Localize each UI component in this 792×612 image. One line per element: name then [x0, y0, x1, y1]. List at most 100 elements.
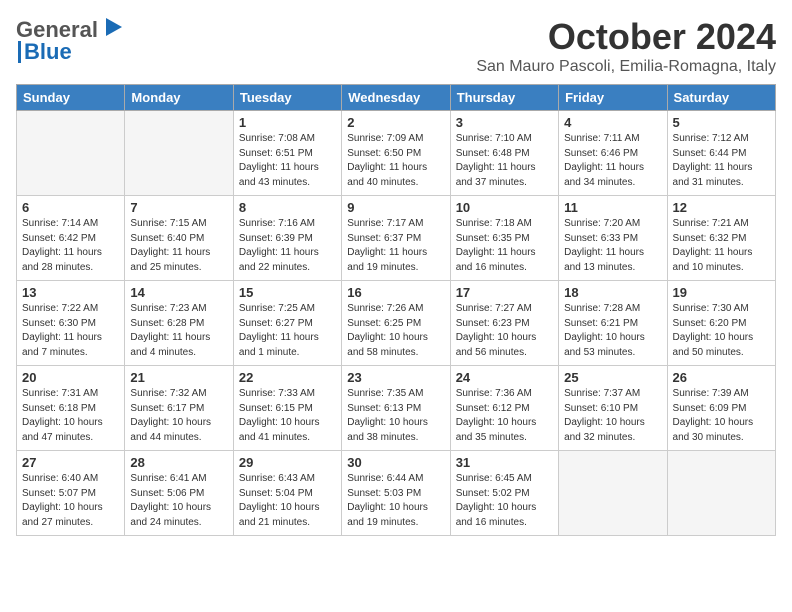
day-info: Sunrise: 7:27 AMSunset: 6:23 PMDaylight:…: [456, 302, 553, 360]
day-number: 26: [673, 370, 770, 385]
day-number: 27: [22, 455, 119, 470]
day-number: 16: [347, 285, 444, 300]
day-info: Sunrise: 7:31 AMSunset: 6:18 PMDaylight:…: [22, 387, 119, 445]
weekday-header-thursday: Thursday: [450, 85, 558, 111]
calendar-cell: 3Sunrise: 7:10 AMSunset: 6:48 PMDaylight…: [450, 111, 558, 196]
day-number: 11: [564, 200, 661, 215]
day-info: Sunrise: 7:37 AMSunset: 6:10 PMDaylight:…: [564, 387, 661, 445]
day-number: 17: [456, 285, 553, 300]
day-info: Sunrise: 7:09 AMSunset: 6:50 PMDaylight:…: [347, 132, 444, 190]
day-number: 15: [239, 285, 336, 300]
calendar-cell: 6Sunrise: 7:14 AMSunset: 6:42 PMDaylight…: [17, 196, 125, 281]
calendar-cell: 4 Sunrise: 7:11 AMSunset: 6:46 PMDaylight…: [559, 111, 667, 196]
day-info: Sunrise: 7:21 AMSunset: 6:32 PMDaylight:…: [673, 217, 770, 275]
calendar-cell: 29 Sunrise: 6:43 AMSunset: 5:04 PMDayligh…: [233, 451, 341, 536]
calendar-cell: 22 Sunrise: 7:33 AMSunset: 6:15 PMDayligh…: [233, 366, 341, 451]
day-info: Sunrise: 7:32 AMSunset: 6:17 PMDaylight:…: [130, 387, 227, 445]
calendar-cell: 13 Sunrise: 7:22 AMSunset: 6:30 PMDayligh…: [17, 281, 125, 366]
day-info: Sunrise: 6:43 AMSunset: 5:04 PMDaylight:…: [239, 472, 336, 530]
calendar-table: SundayMondayTuesdayWednesdayThursdayFrid…: [16, 84, 776, 536]
day-number: 4: [564, 115, 661, 130]
calendar-cell: 17 Sunrise: 7:27 AMSunset: 6:23 PMDayligh…: [450, 281, 558, 366]
calendar-cell: 25 Sunrise: 7:37 AMSunset: 6:10 PMDayligh…: [559, 366, 667, 451]
calendar-week-2: 6Sunrise: 7:14 AMSunset: 6:42 PMDaylight…: [17, 196, 776, 281]
calendar-week-5: 27 Sunrise: 6:40 AMSunset: 5:07 PMDayligh…: [17, 451, 776, 536]
day-info: Sunrise: 7:25 AMSunset: 6:27 PMDaylight:…: [239, 302, 336, 360]
calendar-cell: 28 Sunrise: 6:41 AMSunset: 5:06 PMDayligh…: [125, 451, 233, 536]
calendar-cell: 15 Sunrise: 7:25 AMSunset: 6:27 PMDayligh…: [233, 281, 341, 366]
logo-arrow-icon: [102, 16, 124, 38]
calendar-cell: 9Sunrise: 7:17 AMSunset: 6:37 PMDaylight…: [342, 196, 450, 281]
day-number: 30: [347, 455, 444, 470]
weekday-header-saturday: Saturday: [667, 85, 775, 111]
day-info: Sunrise: 7:08 AMSunset: 6:51 PMDaylight:…: [239, 132, 336, 190]
calendar-cell: 16Sunrise: 7:26 AMSunset: 6:25 PMDayligh…: [342, 281, 450, 366]
calendar-cell: 12 Sunrise: 7:21 AMSunset: 6:32 PMDayligh…: [667, 196, 775, 281]
weekday-header-tuesday: Tuesday: [233, 85, 341, 111]
calendar-cell: 14 Sunrise: 7:23 AMSunset: 6:28 PMDayligh…: [125, 281, 233, 366]
day-info: Sunrise: 7:22 AMSunset: 6:30 PMDaylight:…: [22, 302, 119, 360]
day-info: Sunrise: 6:44 AMSunset: 5:03 PMDaylight:…: [347, 472, 444, 530]
day-number: 29: [239, 455, 336, 470]
day-number: 1: [239, 115, 336, 130]
day-number: 2: [347, 115, 444, 130]
calendar-cell: 31Sunrise: 6:45 AMSunset: 5:02 PMDayligh…: [450, 451, 558, 536]
day-info: Sunrise: 7:20 AMSunset: 6:33 PMDaylight:…: [564, 217, 661, 275]
day-number: 22: [239, 370, 336, 385]
calendar-cell: 20Sunrise: 7:31 AMSunset: 6:18 PMDayligh…: [17, 366, 125, 451]
weekday-header-row: SundayMondayTuesdayWednesdayThursdayFrid…: [17, 85, 776, 111]
day-number: 3: [456, 115, 553, 130]
month-title: October 2024: [476, 16, 776, 58]
day-number: 9: [347, 200, 444, 215]
day-number: 25: [564, 370, 661, 385]
calendar-cell: 10Sunrise: 7:18 AMSunset: 6:35 PMDayligh…: [450, 196, 558, 281]
day-number: 7: [130, 200, 227, 215]
day-number: 24: [456, 370, 553, 385]
day-number: 5: [673, 115, 770, 130]
day-info: Sunrise: 7:15 AMSunset: 6:40 PMDaylight:…: [130, 217, 227, 275]
calendar-cell: [667, 451, 775, 536]
calendar-cell: 21Sunrise: 7:32 AMSunset: 6:17 PMDayligh…: [125, 366, 233, 451]
page-header: General Blue October 2024 San Mauro Pasc…: [16, 16, 776, 76]
day-info: Sunrise: 6:40 AMSunset: 5:07 PMDaylight:…: [22, 472, 119, 530]
weekday-header-monday: Monday: [125, 85, 233, 111]
day-info: Sunrise: 6:41 AMSunset: 5:06 PMDaylight:…: [130, 472, 227, 530]
logo: General Blue: [16, 16, 124, 65]
day-info: Sunrise: 7:35 AMSunset: 6:13 PMDaylight:…: [347, 387, 444, 445]
calendar-cell: 26 Sunrise: 7:39 AMSunset: 6:09 PMDayligh…: [667, 366, 775, 451]
day-number: 10: [456, 200, 553, 215]
day-info: Sunrise: 7:16 AMSunset: 6:39 PMDaylight:…: [239, 217, 336, 275]
weekday-header-sunday: Sunday: [17, 85, 125, 111]
location-title: San Mauro Pascoli, Emilia-Romagna, Italy: [476, 58, 776, 76]
day-info: Sunrise: 6:45 AMSunset: 5:02 PMDaylight:…: [456, 472, 553, 530]
logo-text-blue: Blue: [24, 39, 72, 65]
day-number: 23: [347, 370, 444, 385]
day-number: 14: [130, 285, 227, 300]
calendar-cell: 19Sunrise: 7:30 AMSunset: 6:20 PMDayligh…: [667, 281, 775, 366]
calendar-cell: [559, 451, 667, 536]
calendar-cell: 1 Sunrise: 7:08 AMSunset: 6:51 PMDaylight…: [233, 111, 341, 196]
day-info: Sunrise: 7:28 AMSunset: 6:21 PMDaylight:…: [564, 302, 661, 360]
title-area: October 2024 San Mauro Pascoli, Emilia-R…: [476, 16, 776, 76]
day-info: Sunrise: 7:23 AMSunset: 6:28 PMDaylight:…: [130, 302, 227, 360]
calendar-week-1: 1 Sunrise: 7:08 AMSunset: 6:51 PMDaylight…: [17, 111, 776, 196]
calendar-cell: 18 Sunrise: 7:28 AMSunset: 6:21 PMDayligh…: [559, 281, 667, 366]
logo-bar: [18, 41, 21, 63]
day-info: Sunrise: 7:11 AMSunset: 6:46 PMDaylight:…: [564, 132, 661, 190]
calendar-cell: 30 Sunrise: 6:44 AMSunset: 5:03 PMDayligh…: [342, 451, 450, 536]
calendar-cell: 24Sunrise: 7:36 AMSunset: 6:12 PMDayligh…: [450, 366, 558, 451]
weekday-header-wednesday: Wednesday: [342, 85, 450, 111]
day-number: 18: [564, 285, 661, 300]
calendar-week-3: 13 Sunrise: 7:22 AMSunset: 6:30 PMDayligh…: [17, 281, 776, 366]
day-info: Sunrise: 7:39 AMSunset: 6:09 PMDaylight:…: [673, 387, 770, 445]
calendar-cell: 2 Sunrise: 7:09 AMSunset: 6:50 PMDaylight…: [342, 111, 450, 196]
calendar-cell: 8Sunrise: 7:16 AMSunset: 6:39 PMDaylight…: [233, 196, 341, 281]
day-number: 12: [673, 200, 770, 215]
day-info: Sunrise: 7:33 AMSunset: 6:15 PMDaylight:…: [239, 387, 336, 445]
day-number: 19: [673, 285, 770, 300]
day-number: 28: [130, 455, 227, 470]
day-number: 13: [22, 285, 119, 300]
calendar-cell: [125, 111, 233, 196]
calendar-cell: [17, 111, 125, 196]
calendar-cell: 27 Sunrise: 6:40 AMSunset: 5:07 PMDayligh…: [17, 451, 125, 536]
